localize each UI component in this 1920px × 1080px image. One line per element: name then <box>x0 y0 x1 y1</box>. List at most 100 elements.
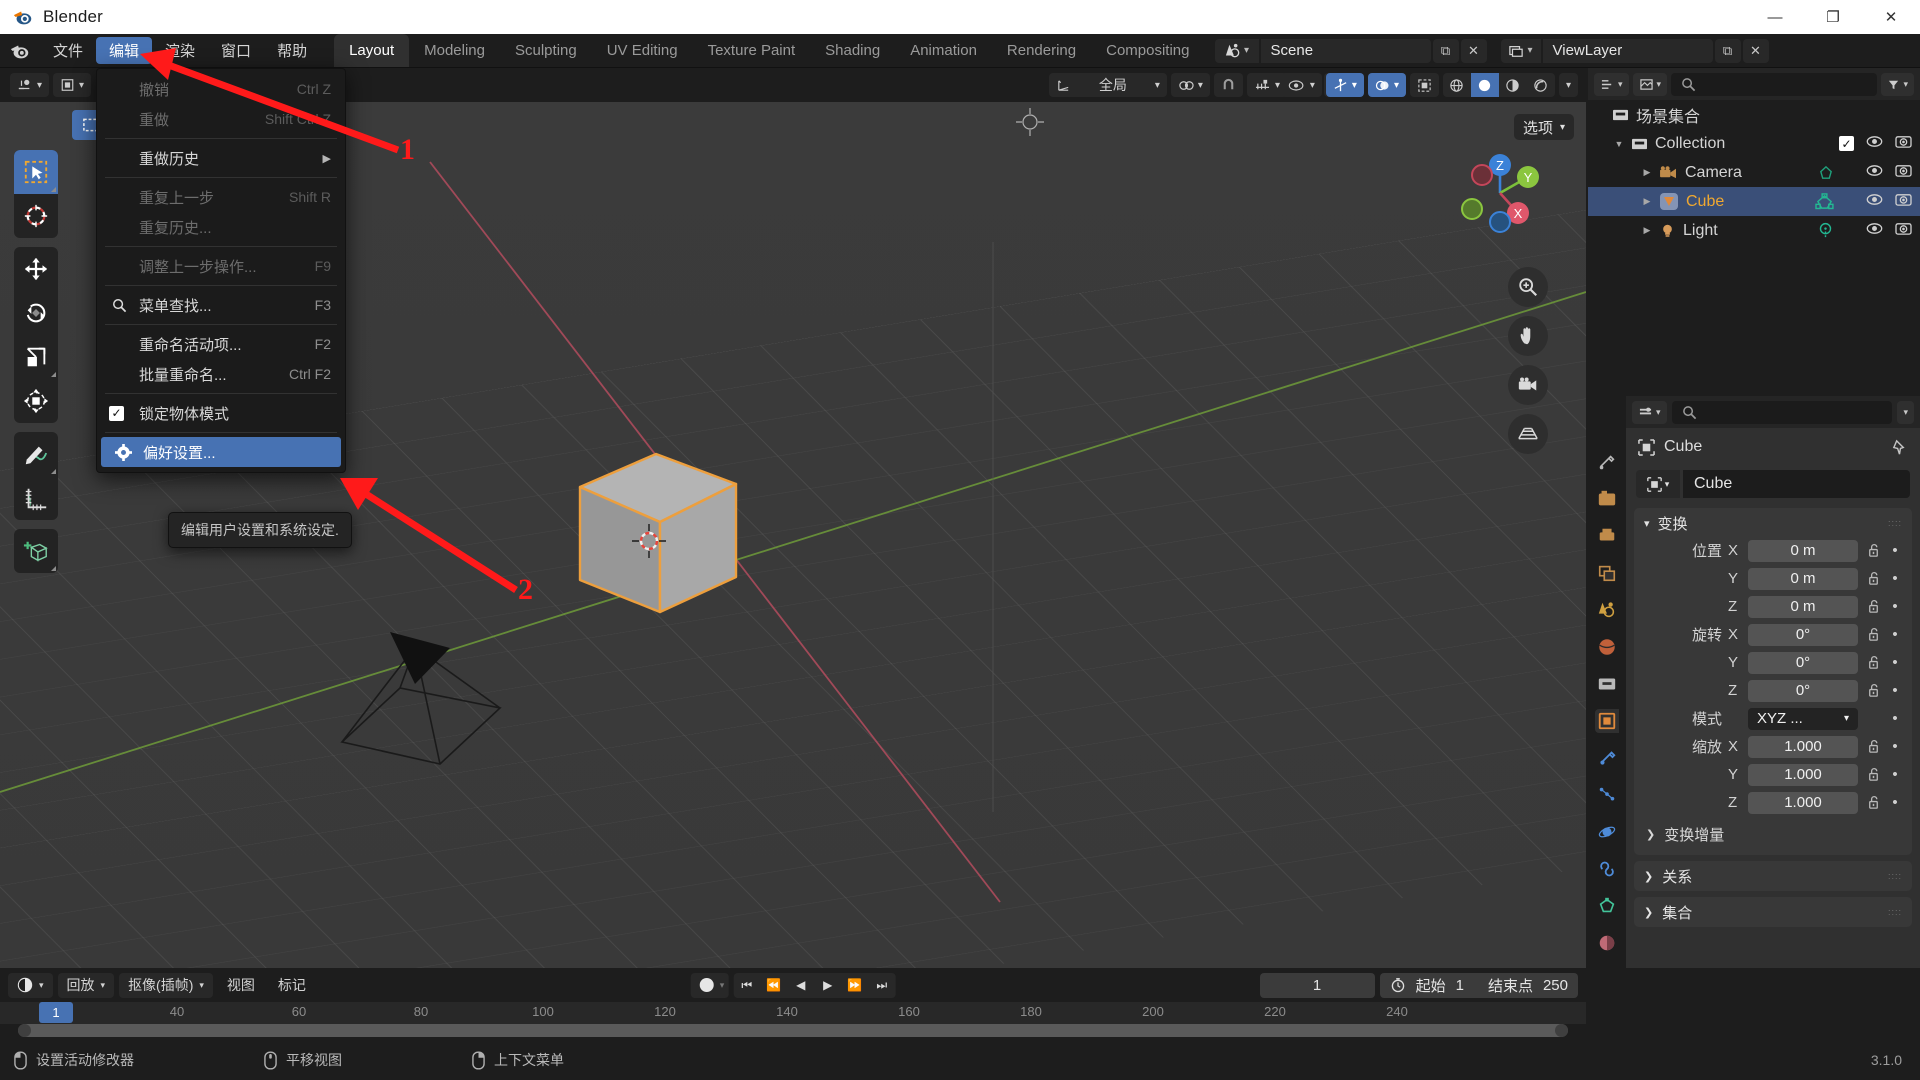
hide-in-viewport-icon[interactable] <box>1866 135 1883 153</box>
disable-in-renders-icon[interactable] <box>1895 221 1912 241</box>
editor-type-button[interactable]: ▾ <box>10 73 50 97</box>
object-data-icon[interactable] <box>1815 193 1834 210</box>
animate-property-icon[interactable]: • <box>1888 766 1902 783</box>
outliner-filter-button[interactable]: ▾ <box>1881 72 1914 96</box>
workspace-tab-layout[interactable]: Layout <box>334 34 410 67</box>
edit-menu-item-13[interactable]: 批量重命名... Ctrl F2 <box>97 359 345 389</box>
tab-material[interactable] <box>1595 931 1619 955</box>
delta-transform-subpanel[interactable]: ❯ 变换增量 <box>1634 818 1912 847</box>
remove-scene-button[interactable]: ✕ <box>1460 38 1487 63</box>
disable-in-renders-icon[interactable] <box>1895 192 1912 212</box>
value-field[interactable]: XYZ ... ▾ <box>1748 707 1858 730</box>
navigation-gizmo[interactable]: Z Y X <box>1454 147 1546 239</box>
minimize-button[interactable]: — <box>1746 0 1804 34</box>
disclosure-triangle-icon[interactable]: ▶ <box>1638 167 1656 178</box>
zoom-view-button[interactable] <box>1508 267 1548 307</box>
disclosure-triangle-icon[interactable]: ▼ <box>1610 139 1628 149</box>
timeline-horizontal-scrollbar[interactable] <box>18 1024 1568 1037</box>
playback-menu-button[interactable]: 回放 ▾ <box>57 972 115 998</box>
snap-magnet-button[interactable] <box>1213 73 1243 97</box>
edit-menu-item-10[interactable]: 菜单查找... F3 <box>97 290 345 320</box>
lock-icon[interactable] <box>1864 739 1882 754</box>
workspace-tab-modeling[interactable]: Modeling <box>409 34 500 67</box>
animate-property-icon[interactable]: • <box>1888 738 1902 755</box>
add-cube-tool[interactable] <box>14 529 58 573</box>
properties-search-input[interactable] <box>1671 400 1893 424</box>
workspace-tab-compositing[interactable]: Compositing <box>1091 34 1204 67</box>
overlays-toggle[interactable]: ▾ <box>1367 73 1406 97</box>
wireframe-shading-button[interactable] <box>1443 73 1471 97</box>
value-field[interactable]: 1.000 <box>1748 735 1858 758</box>
rotate-tool[interactable] <box>14 291 58 335</box>
edit-menu-item-17[interactable]: 偏好设置... <box>101 437 341 467</box>
blender-menu-icon[interactable] <box>0 34 40 67</box>
hide-in-viewport-icon[interactable] <box>1866 222 1883 240</box>
shading-options-dropdown[interactable]: ▾ <box>1558 73 1578 97</box>
animate-property-icon[interactable]: • <box>1888 626 1902 643</box>
toggle-ortho-perspective-button[interactable] <box>1508 414 1548 454</box>
properties-editor[interactable]: ▾ ▾ Cube ▾ Cube ▾ 变换:::: 位置 X 0 m • Y 0… <box>1588 396 1920 968</box>
collapsed-panel-1[interactable]: ❯ 集合:::: <box>1634 897 1912 927</box>
tab-physics[interactable] <box>1595 820 1619 844</box>
edit-menu-item-5[interactable]: 重复上一步 Shift R <box>97 182 345 212</box>
edit-menu-item-3[interactable]: 重做历史 ▶ <box>97 143 345 173</box>
frame-end-value[interactable]: 250 <box>1543 977 1568 994</box>
outliner-row-cube[interactable]: ▶ Cube <box>1588 187 1920 216</box>
scene-selector[interactable]: ▾ Scene ⧉ ✕ <box>1214 34 1487 67</box>
frame-start-value[interactable]: 1 <box>1456 977 1464 994</box>
transform-orientation-dropdown[interactable]: 全局 ▾ <box>1048 73 1167 97</box>
object-data-icon[interactable] <box>1817 222 1834 239</box>
workspace-tab-rendering[interactable]: Rendering <box>992 34 1091 67</box>
lock-icon[interactable] <box>1864 655 1882 670</box>
disclosure-triangle-icon[interactable]: ▶ <box>1638 225 1656 236</box>
animate-property-icon[interactable]: • <box>1888 682 1902 699</box>
menu-4[interactable]: 帮助 <box>264 34 320 67</box>
value-field[interactable]: 0 m <box>1748 539 1858 562</box>
outliner-editor-type-button[interactable]: ▾ <box>1594 72 1629 96</box>
menu-2[interactable]: 渲染 <box>152 34 208 67</box>
value-field[interactable]: 0 m <box>1748 567 1858 590</box>
edit-menu-item-6[interactable]: 重复历史... <box>97 212 345 242</box>
viewport-options-button[interactable]: 选项 ▾ <box>1513 114 1574 140</box>
collection-checkbox[interactable]: ✓ <box>1839 136 1854 151</box>
tab-modifiers[interactable] <box>1595 746 1619 770</box>
menu-0[interactable]: 文件 <box>40 34 96 67</box>
hide-in-viewport-icon[interactable] <box>1866 164 1883 182</box>
object-data-icon[interactable] <box>1818 165 1834 181</box>
keying-menu-button[interactable]: 抠像(插帧) ▾ <box>119 972 213 998</box>
outliner-row-collection[interactable]: ▼ Collection ✓ <box>1588 129 1920 158</box>
value-field[interactable]: 0° <box>1748 623 1858 646</box>
animate-property-icon[interactable]: • <box>1888 542 1902 559</box>
edit-menu-item-12[interactable]: 重命名活动项... F2 <box>97 329 345 359</box>
tab-particles[interactable] <box>1595 783 1619 807</box>
camera-object[interactable] <box>320 612 560 782</box>
outliner-search-input[interactable] <box>1671 72 1878 96</box>
shading-mode-group[interactable] <box>1442 73 1555 97</box>
workspace-tab-texture-paint[interactable]: Texture Paint <box>693 34 811 67</box>
jump-to-end-button[interactable]: ⏭ <box>868 973 895 998</box>
interaction-mode-button[interactable]: ▾ <box>53 73 92 97</box>
outliner-row-camera[interactable]: ▶ Camera <box>1588 158 1920 187</box>
hide-in-viewport-icon[interactable] <box>1866 193 1883 211</box>
annotate-tool[interactable] <box>14 432 58 476</box>
tab-render[interactable] <box>1595 487 1619 511</box>
transform-tool[interactable] <box>14 379 58 423</box>
tab-view-layer[interactable] <box>1595 561 1619 585</box>
edit-menu-item-1[interactable]: 重做 Shift Ctrl Z <box>97 104 345 134</box>
properties-editor-type-button[interactable]: ▾ <box>1632 400 1667 424</box>
previous-keyframe-button[interactable]: ⏪ <box>760 973 787 998</box>
edit-menu-dropdown[interactable]: 撤销 Ctrl Z 重做 Shift Ctrl Z 重做历史 ▶ 重复上一步 Shift R重… <box>96 68 346 473</box>
lock-icon[interactable] <box>1864 599 1882 614</box>
workspace-tab-uv-editing[interactable]: UV Editing <box>592 34 693 67</box>
tab-constraints[interactable] <box>1595 857 1619 881</box>
value-field[interactable]: 0° <box>1748 651 1858 674</box>
rendered-shading-button[interactable] <box>1527 73 1555 97</box>
workspace-tab-sculpting[interactable]: Sculpting <box>500 34 592 67</box>
timeline-editor[interactable]: ▾ 回放 ▾ 抠像(插帧) ▾ 视图 标记 ▾ ⏮ ⏪ ◀ ▶ ⏩ ⏭ 1 起始… <box>0 968 1586 1040</box>
checkbox-checked-icon[interactable]: ✓ <box>109 405 124 421</box>
value-field[interactable]: 1.000 <box>1748 791 1858 814</box>
tab-output[interactable] <box>1595 524 1619 548</box>
value-field[interactable]: 0° <box>1748 679 1858 702</box>
object-name-input[interactable]: Cube <box>1683 470 1910 498</box>
animate-property-icon[interactable]: • <box>1888 794 1902 811</box>
